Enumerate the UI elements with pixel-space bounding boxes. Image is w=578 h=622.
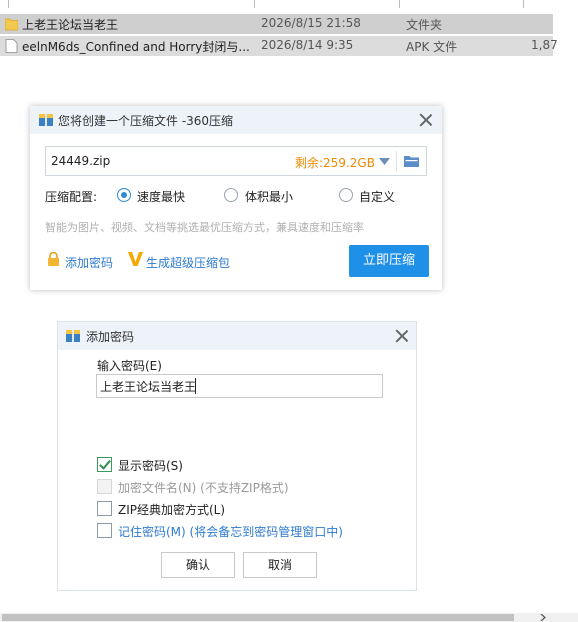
column-separator [254,0,255,8]
radio-smallest[interactable] [224,188,238,202]
file-row-apk[interactable]: eelnM6ds_Confined and Horry封闭与... 2026/8… [0,36,558,56]
compress-hint: 智能为图片、视频、文档等挑选最优压缩方式，兼具速度和压缩率 [45,221,364,234]
zip-classic-encryption-checkbox[interactable] [97,501,112,516]
file-name: 上老王论坛当老王 [22,18,119,32]
chevron-right-icon[interactable] [540,614,546,621]
file-type: 文件夹 [406,18,443,32]
lock-icon [48,252,59,266]
password-input-label: 输入密码(E) [97,359,162,373]
dropdown-icon[interactable] [379,158,390,165]
column-separator [8,0,9,8]
confirm-button[interactable]: 确认 [161,552,235,578]
zip-classic-encryption-label[interactable]: ZIP经典加密方式(L) [118,501,225,518]
file-row-folder[interactable]: 上老王论坛当老王 2026/8/15 21:58 文件夹 [0,14,553,34]
file-date: 2026/8/15 21:58 [261,16,361,30]
radio-fastest[interactable] [117,188,131,202]
column-separator [399,0,400,8]
file-icon [5,39,18,53]
close-icon[interactable] [419,113,433,127]
compress-dialog-title-bar[interactable]: 您将创建一个压缩文件 -360压缩 [30,106,442,134]
compress-now-button[interactable]: 立即压缩 [349,245,429,277]
password-value[interactable]: 上老王论坛当老王 [100,378,196,395]
encrypt-filenames-label: 加密文件名(N) (不支持ZIP格式) [118,481,289,495]
text-caret [195,378,196,394]
v-badge-icon [128,252,143,266]
show-password-label[interactable]: 显示密码(S) [118,457,183,474]
column-separator [523,0,524,8]
cancel-button[interactable]: 取消 [243,552,317,578]
password-input[interactable]: 上老王论坛当老王 [96,374,383,398]
remember-password-checkbox[interactable] [97,523,112,538]
option-fastest-label[interactable]: 速度最快 [137,188,185,205]
remember-password-label[interactable]: 记住密码(M) (将会备忘到密码管理窗口中) [118,523,343,540]
option-smallest-label[interactable]: 体积最小 [245,188,293,205]
password-dialog-title: 添加密码 [86,330,135,344]
archive-icon [66,330,80,342]
file-size: 1,87 [531,38,558,52]
compress-dialog: 您将创建一个压缩文件 -360压缩 24449.zip 剩余:259.2GB 压… [30,106,442,290]
file-date: 2026/8/14 9:35 [261,38,354,52]
archive-filename[interactable]: 24449.zip [51,154,110,168]
folder-icon [5,18,18,31]
password-dialog: 添加密码 输入密码(E) 上老王论坛当老王 显示密码(S) 加密文件名(N) (… [57,321,417,591]
add-password-link[interactable]: 添加密码 [65,254,113,271]
divider [396,151,397,171]
archive-icon [39,114,53,126]
horizontal-scrollbar[interactable] [0,613,578,622]
option-custom-label[interactable]: 自定义 [359,188,395,205]
radio-custom[interactable] [339,188,353,202]
scrollbar-thumb[interactable] [2,614,514,621]
compress-config-label: 压缩配置: [45,190,98,204]
close-icon[interactable] [395,329,409,343]
password-dialog-title-bar[interactable]: 添加密码 [58,322,416,350]
compress-dialog-title: 您将创建一个压缩文件 -360压缩 [58,114,234,128]
super-package-link[interactable]: 生成超级压缩包 [146,254,230,271]
file-name: eelnM6ds_Confined and Horry封闭与... [22,40,250,54]
encrypt-filenames-checkbox [97,479,112,494]
folder-icon[interactable] [404,154,419,168]
show-password-checkbox[interactable] [97,457,112,472]
archive-path-field[interactable]: 24449.zip 剩余:259.2GB [45,146,427,176]
file-type: APK 文件 [406,40,458,54]
remaining-space: 剩余:259.2GB [295,156,375,170]
